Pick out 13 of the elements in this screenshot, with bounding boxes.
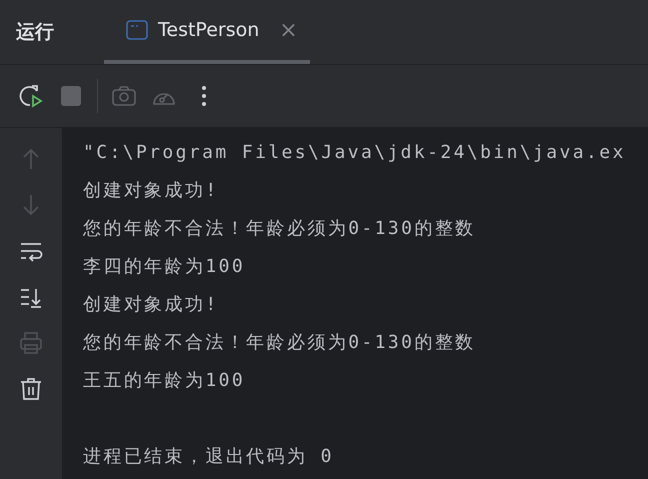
console-line: 您的年龄不合法！年龄必须为0-130的整数	[83, 217, 476, 241]
trash-icon[interactable]	[18, 376, 44, 402]
console-line: "C:\Program Files\Java\jdk-24\bin\java.ex	[83, 141, 626, 165]
rerun-icon[interactable]	[17, 82, 45, 110]
console-line: 您的年龄不合法！年龄必须为0-130的整数	[83, 331, 476, 355]
console-line: 创建对象成功!	[83, 179, 219, 203]
console-line: 李四的年龄为100	[83, 255, 246, 279]
console-line: 创建对象成功!	[83, 293, 219, 317]
terminal-icon	[126, 20, 148, 40]
panel-title: 运行	[16, 20, 54, 45]
exit-message: 进程已结束，退出代码为 0	[83, 445, 334, 469]
console-line: 王五的年龄为100	[83, 369, 246, 393]
close-button[interactable]: ×	[279, 18, 298, 42]
